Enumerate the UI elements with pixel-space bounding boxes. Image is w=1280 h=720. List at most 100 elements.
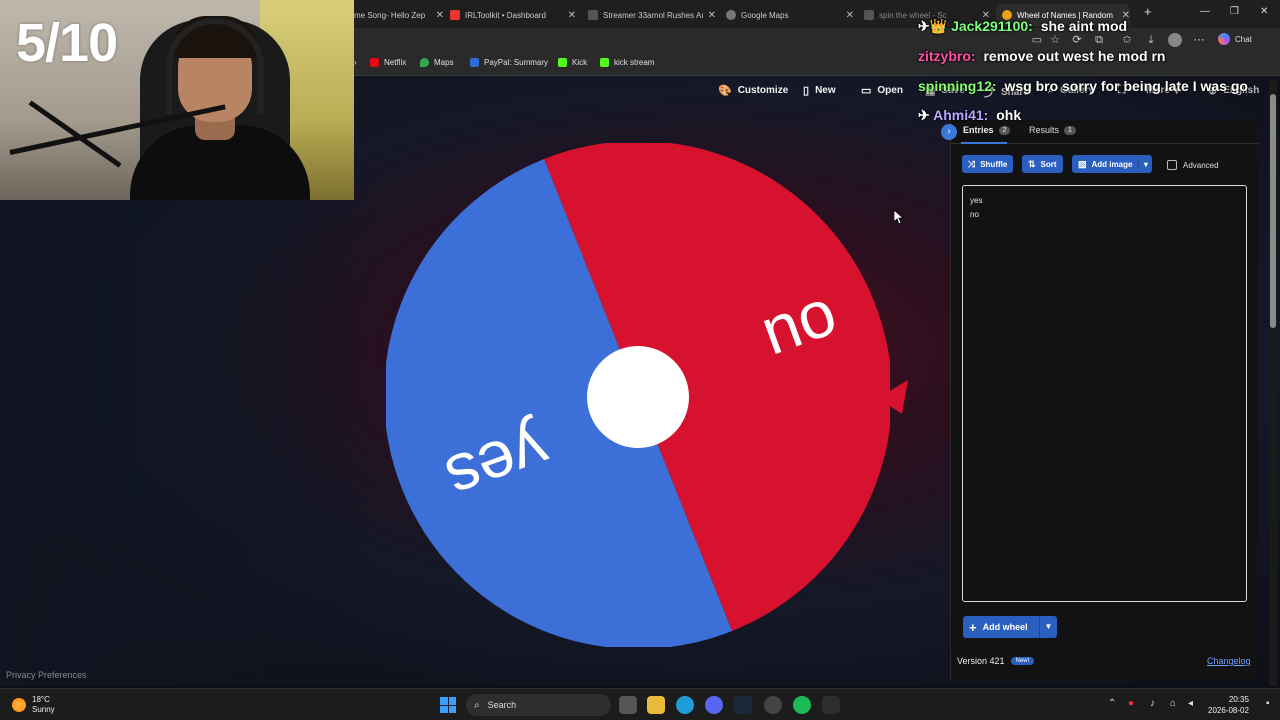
favorite-star-icon[interactable]: ☆	[1048, 33, 1062, 47]
sort-label: Sort	[1040, 159, 1057, 169]
add-wheel-main[interactable]: + Add wheel	[963, 616, 1039, 638]
open-button[interactable]: ▭ Open	[861, 84, 903, 97]
bookmark-paypal[interactable]: PayPal: Summary	[470, 58, 548, 67]
tab-google-maps[interactable]: Google Maps ✕	[726, 4, 854, 26]
file-explorer-icon[interactable]	[647, 696, 665, 714]
shuffle-button[interactable]: ⤨ Shuffle	[962, 155, 1014, 173]
system-clock[interactable]: 20:35 2026-08-02	[1208, 694, 1249, 716]
changelog-link[interactable]: Changelog	[1207, 656, 1251, 666]
active-tab-indicator	[961, 142, 1007, 144]
tab-results[interactable]: Results 1	[1029, 125, 1076, 135]
task-view-icon[interactable]	[619, 696, 637, 714]
tray-overflow-icon[interactable]: ⌃	[1108, 698, 1116, 709]
browser-tab-bar: me Song- Hello Zep ✕ IRLToolkit • Dashbo…	[354, 0, 1280, 28]
chat-username: spinning12:	[918, 78, 997, 94]
tab-entries[interactable]: Entries 2	[963, 125, 1011, 135]
add-wheel-button[interactable]: + Add wheel ▼	[963, 616, 1057, 638]
tab-streamer[interactable]: Streamer 33arnol Rushes Aı ✕	[588, 4, 716, 26]
entries-panel: › Entries 2 Results 1 ⤨ Shuffle ⇅ Sort ▨ Ad…	[941, 120, 1259, 680]
bookmark-kick-stream[interactable]: kick stream	[600, 58, 654, 67]
chat-username: Ahmi41:	[933, 107, 989, 123]
new-tab-button[interactable]: +	[1144, 4, 1152, 19]
terminal-icon[interactable]	[822, 696, 840, 714]
start-button[interactable]	[440, 697, 456, 713]
entries-textarea[interactable]: yes no	[962, 185, 1247, 602]
score-counter: 5/10	[16, 13, 118, 73]
folder-open-icon: ▭	[861, 85, 872, 97]
advanced-toggle[interactable]: Advanced	[1167, 160, 1219, 170]
search-icon: ⌕	[474, 699, 480, 711]
new-badge: New!	[1010, 657, 1035, 665]
chevron-down-icon[interactable]: ▼	[1039, 616, 1057, 638]
profile-avatar-icon[interactable]	[1168, 33, 1182, 47]
chat-message: ✈👑 Jack291100: she aint mod	[918, 18, 1127, 35]
spotify-icon[interactable]	[793, 696, 811, 714]
palette-icon: 🎨	[718, 85, 732, 97]
close-window-button[interactable]: ✕	[1260, 6, 1268, 17]
entry-line: no	[970, 210, 979, 219]
page-scrollbar[interactable]	[1269, 80, 1277, 686]
mouse-cursor-icon	[894, 210, 904, 224]
add-image-button[interactable]: ▨ Add image ▾	[1072, 155, 1153, 173]
image-icon: ▨	[1078, 158, 1087, 169]
irltoolkit-favicon-icon	[450, 10, 460, 20]
article-favicon-icon	[588, 10, 598, 20]
steam-icon[interactable]	[734, 696, 752, 714]
chat-username: zitzybro:	[918, 48, 976, 64]
customize-button[interactable]: 🎨 Customize	[718, 84, 788, 97]
edge-browser-icon[interactable]	[676, 696, 694, 714]
bookmarks-overflow[interactable]: ›	[354, 58, 357, 67]
close-tab-icon[interactable]: ✕	[436, 10, 444, 21]
tray-app-icon[interactable]: ●	[1128, 698, 1134, 709]
reader-icon[interactable]: ▭	[1030, 33, 1044, 47]
more-menu-icon[interactable]: ⋯	[1192, 33, 1206, 47]
add-image-label: Add image	[1091, 159, 1133, 169]
discord-icon[interactable]	[705, 696, 723, 714]
microphone-icon[interactable]: ♪	[1150, 698, 1155, 709]
maximize-button[interactable]: ❐	[1230, 6, 1239, 17]
copilot-icon	[1218, 33, 1230, 45]
minimize-button[interactable]: —	[1200, 6, 1210, 17]
weather-widget[interactable]: 18°C Sunny	[12, 695, 55, 715]
privacy-preferences-link[interactable]: Privacy Preferences	[6, 670, 87, 680]
advanced-checkbox[interactable]	[1167, 160, 1177, 170]
chat-message: ✈ Ahmi41: ohk	[918, 107, 1021, 124]
tab-song[interactable]: me Song- Hello Zep ✕	[354, 4, 444, 26]
chat-button-label: Chat	[1235, 34, 1252, 44]
split-screen-icon[interactable]: ⧉	[1092, 33, 1106, 47]
close-tab-icon[interactable]: ✕	[846, 10, 854, 21]
spinning-wheel[interactable]: no yes	[386, 143, 890, 647]
volume-icon[interactable]: ◂	[1188, 698, 1193, 709]
chat-text: she aint mod	[1040, 18, 1128, 34]
favorites-icon[interactable]: ✩	[1120, 33, 1134, 47]
chat-badges: ✈	[918, 107, 930, 123]
maps-pin-icon	[420, 58, 429, 67]
copilot-chat-button[interactable]: Chat	[1218, 33, 1252, 45]
weather-label: Sunny	[32, 705, 55, 714]
bookmark-netflix[interactable]: Netflix	[370, 58, 406, 67]
kick-icon	[600, 58, 609, 67]
new-file-icon: ▯	[803, 85, 810, 97]
bookmark-label: Maps	[434, 58, 454, 67]
extensions-icon[interactable]: ⟳	[1070, 33, 1084, 47]
close-tab-icon[interactable]: ✕	[708, 10, 716, 21]
notifications-icon[interactable]: ▪	[1266, 698, 1270, 709]
collapse-panel-icon[interactable]: ›	[941, 124, 957, 140]
chevron-down-icon[interactable]: ▾	[1138, 159, 1152, 169]
obs-icon[interactable]	[764, 696, 782, 714]
tab-irltoolkit[interactable]: IRLToolkit • Dashboard ✕	[450, 4, 576, 26]
results-count-badge: 1	[1064, 125, 1076, 135]
taskbar-search[interactable]: ⌕ Search	[466, 694, 611, 716]
bookmark-maps[interactable]: Maps	[420, 58, 454, 67]
network-icon[interactable]: ⌂	[1170, 698, 1176, 709]
downloads-icon[interactable]: ⤓	[1144, 33, 1158, 47]
customize-label: Customize	[737, 85, 789, 96]
scrollbar-thumb[interactable]	[1270, 94, 1276, 328]
new-button[interactable]: ▯ New	[803, 84, 836, 97]
kick-icon	[558, 58, 567, 67]
sort-button[interactable]: ⇅ Sort	[1022, 155, 1063, 173]
chat-text: wsg bro sorry for being late I was go	[1004, 78, 1248, 94]
close-tab-icon[interactable]: ✕	[568, 10, 576, 21]
bookmark-kick[interactable]: Kick	[558, 58, 587, 67]
maps-favicon-icon	[726, 10, 736, 20]
